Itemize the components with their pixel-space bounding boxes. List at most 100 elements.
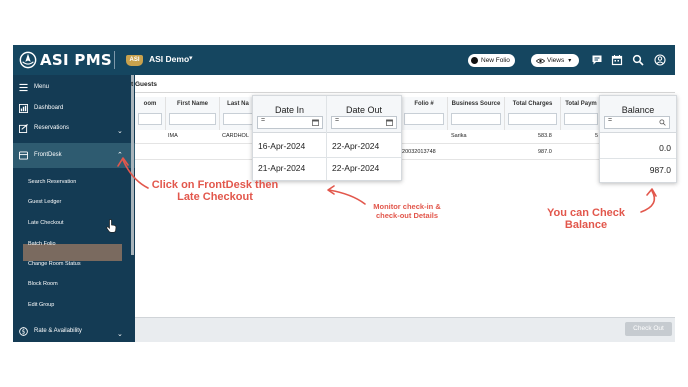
dashboard-icon: [19, 104, 28, 113]
views-label: Views: [547, 57, 565, 64]
globe-icon: [19, 51, 37, 69]
column-header-total-payment[interactable]: Total Paym: [561, 97, 602, 130]
sidebar-item-reservations[interactable]: Reservations ⌄: [13, 123, 135, 137]
sidebar-subitem-block-room[interactable]: Block Room: [28, 281, 58, 287]
frontdesk-icon: [19, 151, 28, 160]
filter-icon: [659, 119, 666, 126]
row-divider: [253, 157, 401, 158]
equals-icon: =: [261, 117, 266, 124]
date-out-header[interactable]: Date Out: [327, 105, 401, 115]
sidebar-scrollbar[interactable]: [131, 75, 134, 255]
column-title: Folio #: [414, 101, 434, 107]
date-in-value[interactable]: 16-Apr-2024: [258, 141, 305, 151]
check-out-button[interactable]: Check Out: [625, 322, 672, 336]
column-header-first-name[interactable]: First Name: [166, 97, 220, 130]
annotation-monitor: Monitor check-in & check-out Details: [366, 202, 448, 220]
calendar-icon[interactable]: [611, 54, 623, 66]
column-filter[interactable]: [564, 113, 598, 125]
column-title: oom: [143, 101, 157, 107]
views-dropdown[interactable]: Views ▾: [531, 54, 579, 67]
column-filter[interactable]: [404, 113, 444, 125]
annotation-line: You can Check: [546, 207, 626, 219]
sidebar-item-menu[interactable]: Menu: [13, 82, 135, 94]
date-in-filter[interactable]: =: [257, 116, 323, 129]
chevron-down-icon: ⌄: [117, 331, 123, 338]
balance-column-zoom: Balance = 0.0 987.0: [599, 95, 677, 183]
date-out-value[interactable]: 22-Apr-2024: [332, 163, 379, 173]
balance-value[interactable]: 0.0: [659, 143, 671, 153]
row-divider: [135, 159, 675, 160]
balance-header[interactable]: Balance: [600, 105, 676, 115]
column-filter[interactable]: [508, 113, 557, 125]
row-divider: [600, 158, 676, 159]
column-header-room[interactable]: oom: [135, 97, 166, 130]
cell-first-name[interactable]: IMA: [168, 133, 178, 139]
search-icon[interactable]: [632, 54, 644, 66]
cursor-hand-icon: [106, 219, 117, 233]
equals-icon: =: [608, 117, 613, 124]
column-filter[interactable]: [169, 113, 216, 125]
sidebar-label: Dashboard: [34, 105, 64, 111]
sidebar-subitem-guest-ledger[interactable]: Guest Ledger: [28, 199, 61, 205]
column-header-folio[interactable]: Folio #: [401, 97, 448, 130]
column-filter[interactable]: [223, 113, 253, 125]
cell-folio[interactable]: 420032013748: [399, 149, 436, 155]
annotation-line: Late Checkout: [177, 191, 253, 203]
eye-icon: [536, 58, 545, 63]
menu-icon: [19, 83, 28, 92]
balance-filter[interactable]: =: [604, 116, 670, 129]
cell-total-payment[interactable]: 5: [595, 133, 598, 139]
column-header-total-charges[interactable]: Total Charges: [505, 97, 561, 130]
cell-business-source[interactable]: Sarika: [451, 133, 467, 139]
sidebar-item-rate-availability[interactable]: $ Rate & Availability ⌄: [13, 326, 135, 340]
bottom-bar: [135, 317, 675, 342]
annotation-line: Balance: [564, 219, 608, 231]
column-filter[interactable]: [451, 113, 501, 125]
hotel-selector[interactable]: ASI Demo: [149, 54, 189, 64]
chevron-down-icon: ▾: [568, 58, 572, 64]
divider: [135, 92, 675, 93]
date-in-value[interactable]: 21-Apr-2024: [258, 163, 305, 173]
date-out-filter[interactable]: =: [331, 116, 397, 129]
app-logo[interactable]: ASI PMS: [19, 50, 112, 70]
user-circle-icon[interactable]: [654, 54, 666, 66]
sidebar-subitem-batch-folio[interactable]: Batch Folio: [28, 241, 56, 247]
column-title: Total Paym: [565, 101, 597, 107]
sidebar-item-dashboard[interactable]: Dashboard: [13, 103, 135, 115]
annotation-line: Click on FrontDesk then: [151, 179, 279, 191]
sidebar-item-frontdesk[interactable]: FrontDesk ⌃: [13, 143, 135, 168]
date-in-header[interactable]: Date In: [253, 105, 326, 115]
chevron-up-icon: ⌃: [117, 152, 123, 159]
date-columns-zoom: Date In Date Out = = 16-Apr-2024 22-Apr-…: [252, 95, 402, 181]
new-folio-label: New Folio: [481, 57, 510, 64]
sidebar-subitem-late-checkout[interactable]: Late Checkout: [28, 220, 63, 226]
sidebar: Menu Dashboard Reservations ⌄ FrontDesk …: [13, 75, 135, 342]
sidebar-subitem-change-room-status[interactable]: Change Room Status: [28, 261, 81, 267]
sidebar-subitem-edit-group[interactable]: Edit Group: [28, 302, 54, 308]
new-folio-button[interactable]: New Folio: [468, 54, 515, 67]
column-header-business-source[interactable]: Business Source: [448, 97, 505, 130]
sidebar-label: Reservations: [34, 125, 70, 131]
calendar-icon: [312, 119, 319, 126]
logo-text: ASI PMS: [40, 51, 113, 69]
app-window: ASI PMS ASI ASI Demo ▾ New Folio Views ▾: [13, 45, 675, 342]
divider: [114, 51, 115, 69]
rate-icon: $: [19, 327, 28, 336]
cell-total-charges[interactable]: 583.8: [538, 133, 552, 139]
sidebar-label: Rate & Availability: [34, 328, 82, 334]
equals-icon: =: [335, 117, 340, 124]
new-folio-icon: [471, 57, 478, 64]
balance-value[interactable]: 987.0: [650, 165, 671, 175]
sidebar-subitem-search-reservation[interactable]: Search Reservation: [28, 179, 76, 185]
chevron-down-icon[interactable]: ▾: [189, 54, 193, 62]
cell-total-charges[interactable]: 987.0: [538, 149, 552, 155]
date-out-value[interactable]: 22-Apr-2024: [332, 141, 379, 151]
sidebar-label: Menu: [34, 84, 50, 90]
cell-last-name[interactable]: CARDHOL: [222, 133, 249, 139]
column-title: Business Source: [451, 101, 501, 107]
message-icon[interactable]: [591, 54, 603, 66]
annotation-balance: You can Check Balance: [538, 207, 634, 231]
svg-text:$: $: [22, 330, 26, 336]
column-filter[interactable]: [138, 113, 162, 125]
annotation-line: check-out Details: [375, 211, 439, 220]
